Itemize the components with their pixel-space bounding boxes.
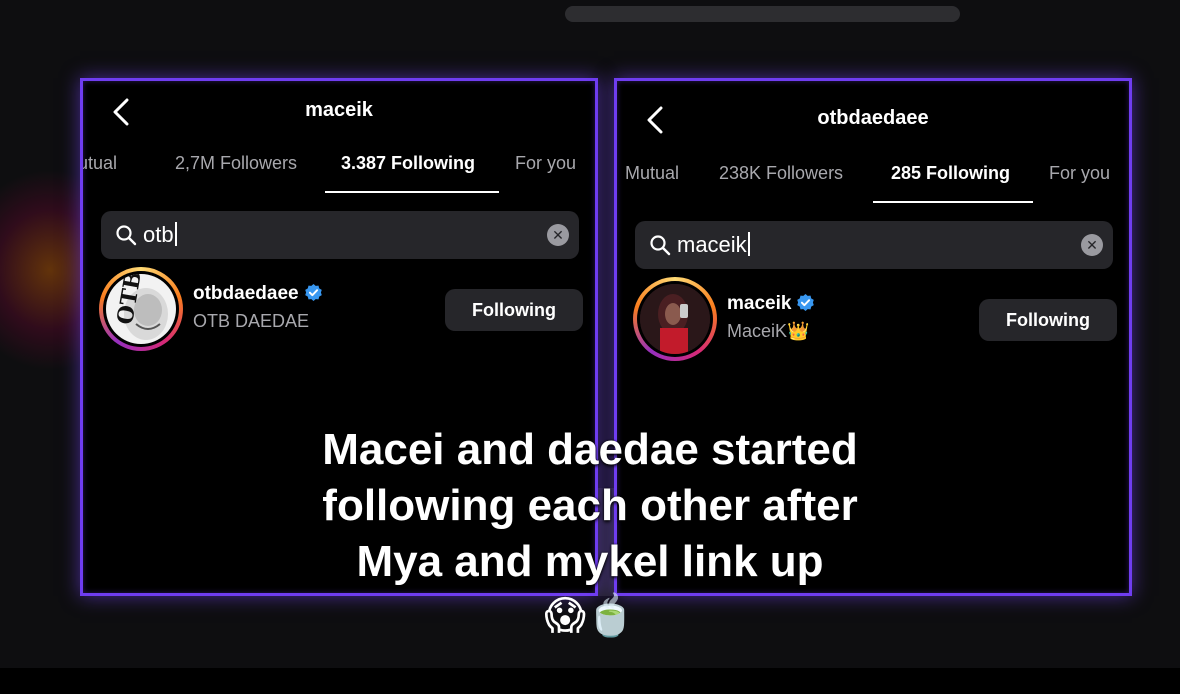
search-icon <box>115 224 137 246</box>
clear-icon[interactable]: ✕ <box>1081 234 1103 256</box>
clear-icon[interactable]: ✕ <box>547 224 569 246</box>
verified-icon <box>796 293 815 312</box>
tab-followers[interactable]: 2,7M Followers <box>175 153 297 174</box>
text-caret <box>174 222 177 246</box>
result-full-name: MaceiK👑 <box>727 321 810 341</box>
tab-for-you[interactable]: For you <box>1049 163 1110 184</box>
search-query: otb <box>143 222 177 248</box>
result-username: otbdaedaee <box>193 283 323 305</box>
bottom-bar <box>0 668 1180 694</box>
search-input[interactable]: otb ✕ <box>101 211 579 259</box>
tab-mutual[interactable]: Mutual <box>625 163 679 184</box>
caption-line-3: Mya and mykel link up <box>356 537 824 586</box>
search-result-row[interactable]: OTB otbdaedaee OTB DAEDAE Following <box>97 267 583 357</box>
tab-followers[interactable]: 238K Followers <box>719 163 843 184</box>
text-caret <box>747 232 750 256</box>
avatar[interactable] <box>633 277 717 361</box>
profile-title: maceik <box>305 99 373 121</box>
result-username: maceik <box>727 293 815 315</box>
following-button[interactable]: Following <box>979 299 1117 341</box>
search-result-row[interactable]: maceik MaceiK👑 Following <box>631 277 1117 367</box>
profile-title: otbdaedaee <box>817 107 929 129</box>
tab-mutual[interactable]: Mutual <box>83 153 117 174</box>
tab-following[interactable]: 285 Following <box>891 163 1010 184</box>
following-button[interactable]: Following <box>445 289 583 331</box>
follow-tabs: Mutual 2,7M Followers 3.387 Following Fo… <box>83 149 595 193</box>
active-tab-underline <box>325 191 499 193</box>
background-blurred-bar <box>565 6 960 22</box>
search-input[interactable]: maceik ✕ <box>635 221 1113 269</box>
tab-following[interactable]: 3.387 Following <box>341 153 475 174</box>
caption-overlay: Macei and daedae started following each … <box>240 422 940 590</box>
avatar[interactable]: OTB <box>99 267 183 351</box>
result-full-name: OTB DAEDAE <box>193 311 310 331</box>
active-tab-underline <box>873 201 1033 203</box>
caption-line-2: following each other after <box>322 481 858 530</box>
profile-header: maceik <box>83 95 595 129</box>
caption-line-1: Macei and daedae started <box>322 425 858 474</box>
verified-icon <box>304 283 323 302</box>
avatar-image <box>640 284 710 354</box>
result-names: otbdaedaee OTB DAEDAE <box>193 283 323 332</box>
caption-emojis: 😱🍵 <box>544 594 636 638</box>
avatar-image: OTB <box>106 274 176 344</box>
profile-header: otbdaedaee <box>617 103 1129 137</box>
follow-tabs: Mutual 238K Followers 285 Following For … <box>617 159 1129 203</box>
result-names: maceik MaceiK👑 <box>727 293 815 342</box>
tab-for-you[interactable]: For you <box>515 153 576 174</box>
search-query: maceik <box>677 232 750 258</box>
search-icon <box>649 234 671 256</box>
